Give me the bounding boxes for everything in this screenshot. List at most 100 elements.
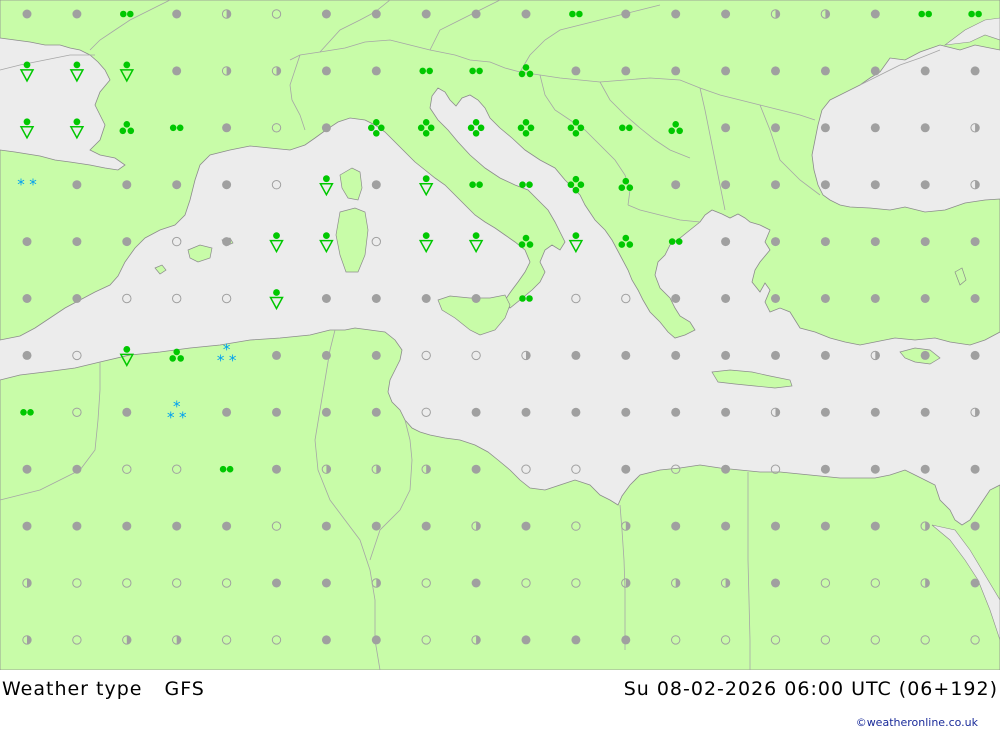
weather-symbol-dot [920, 237, 930, 247]
weather-symbol-dot [870, 9, 880, 19]
weather-symbol-dot [222, 180, 232, 190]
weather-symbol-dot [371, 635, 381, 645]
weather-symbol-dot [820, 237, 830, 247]
weather-symbol-dot [721, 464, 731, 474]
weather-symbol-dot [870, 66, 880, 76]
weather-symbol-dot [970, 464, 980, 474]
weather-symbol-dot [72, 180, 82, 190]
weather-symbol-dot [870, 407, 880, 417]
weather-symbol-dot [272, 578, 281, 588]
weather-symbol-dot [421, 294, 431, 303]
weather-symbol-dot [970, 350, 980, 360]
weather-symbol-dot [521, 635, 531, 645]
weather-symbol-dot [671, 521, 681, 531]
weather-symbol-dot [72, 464, 82, 474]
weather-symbol-dot [721, 237, 731, 247]
weather-symbol-dot [321, 635, 331, 645]
weather-symbol-dot [771, 237, 780, 247]
weather-symbol-dot [521, 521, 531, 531]
weather-symbol-dot [970, 294, 980, 303]
weather-symbol-dot [122, 407, 132, 417]
weather-symbol-dot [621, 407, 631, 417]
weather-symbol-dot [571, 350, 581, 360]
weather-symbol-dot [870, 521, 880, 531]
weather-symbol-dot [970, 66, 980, 76]
weather-symbol-dot [22, 294, 32, 303]
weather-symbol-dot [771, 294, 780, 303]
weather-symbol-dot [371, 180, 381, 190]
weather-symbol-dot [172, 9, 182, 19]
weather-symbol-dot [621, 9, 631, 19]
weather-symbol-dot [820, 407, 830, 417]
weather-symbol-dot [920, 294, 930, 303]
weather-symbol-dot [771, 578, 780, 588]
weather-symbol-dot [920, 123, 930, 133]
weather-symbol-dot [970, 578, 980, 588]
weather-symbol-dot [321, 350, 331, 360]
weather-symbol-dot [72, 521, 82, 531]
weather-symbol-dot [22, 521, 32, 531]
weather-symbol-dot [870, 180, 880, 190]
weather-symbol-dot [222, 123, 232, 133]
weather-symbol-dot [721, 66, 731, 76]
weather-symbol-dot [72, 9, 82, 19]
weather-symbol-dot [721, 407, 731, 417]
weather-symbol-dot [22, 464, 32, 474]
weather-symbol-dot [920, 350, 930, 360]
valid-time: Su 08-02-2026 06:00 UTC (06+192) [623, 678, 998, 700]
svg-text:*: * [17, 176, 25, 194]
weather-symbol-dot [272, 464, 281, 474]
weather-symbol-dot [621, 66, 631, 76]
weather-symbol-dot [172, 66, 182, 76]
weather-symbol-dot [920, 464, 930, 474]
weather-symbol-dot [671, 66, 681, 76]
weather-symbol-dot [471, 294, 481, 303]
weather-symbol-dot [621, 350, 631, 360]
svg-text:*: * [179, 408, 187, 426]
weather-symbol-dot [471, 464, 481, 474]
weather-symbol-dot [22, 350, 32, 360]
weather-symbol-dot [321, 9, 331, 19]
weather-symbol-dot [122, 237, 132, 247]
weather-symbol-dot [272, 407, 281, 417]
weather-symbol-dot [321, 66, 331, 76]
weather-symbol-dot [870, 294, 880, 303]
weather-symbol-dot [920, 407, 930, 417]
weather-symbol-dot [721, 294, 731, 303]
weather-symbol-dot [122, 521, 132, 531]
weather-symbol-dot [72, 237, 82, 247]
weather-symbol-dot [820, 123, 830, 133]
weather-symbol-dot [621, 635, 631, 645]
weather-symbol-dot [371, 66, 381, 76]
weather-symbol-dot [820, 66, 830, 76]
weather-map: * * * * * * * * [0, 0, 1000, 670]
weather-symbol-dot [321, 123, 331, 133]
weather-symbol-dot [222, 237, 232, 247]
map-title: Weather type GFS [2, 678, 205, 700]
weather-symbol-dot [321, 521, 331, 531]
weather-symbol-dot [671, 350, 681, 360]
weather-symbol-dot [471, 578, 481, 588]
weather-symbol-dot [771, 66, 780, 76]
weather-symbol-dot [920, 180, 930, 190]
credit-link[interactable]: ©weatheronline.co.uk [856, 716, 978, 729]
weather-symbol-dot [321, 407, 331, 417]
weather-symbol-dot [371, 9, 381, 19]
weather-symbol-dot [920, 66, 930, 76]
weather-symbol-dot [671, 407, 681, 417]
weather-symbol-dot [122, 180, 132, 190]
svg-text:*: * [229, 351, 237, 369]
weather-symbol-dot [820, 180, 830, 190]
weather-symbol-dot [671, 9, 681, 19]
weather-symbol-dot [321, 294, 331, 303]
weather-symbol-dot [272, 350, 281, 360]
weather-symbol-dot [820, 350, 830, 360]
weather-symbol-dot [820, 521, 830, 531]
weather-symbol-dot [222, 521, 232, 531]
weather-symbol-dot [820, 294, 830, 303]
weather-symbol-dot [172, 521, 182, 531]
weather-symbol-dot [771, 180, 780, 190]
weather-symbol-dot [371, 350, 381, 360]
weather-symbol-dot [771, 123, 780, 133]
weather-symbol-dot [820, 464, 830, 474]
